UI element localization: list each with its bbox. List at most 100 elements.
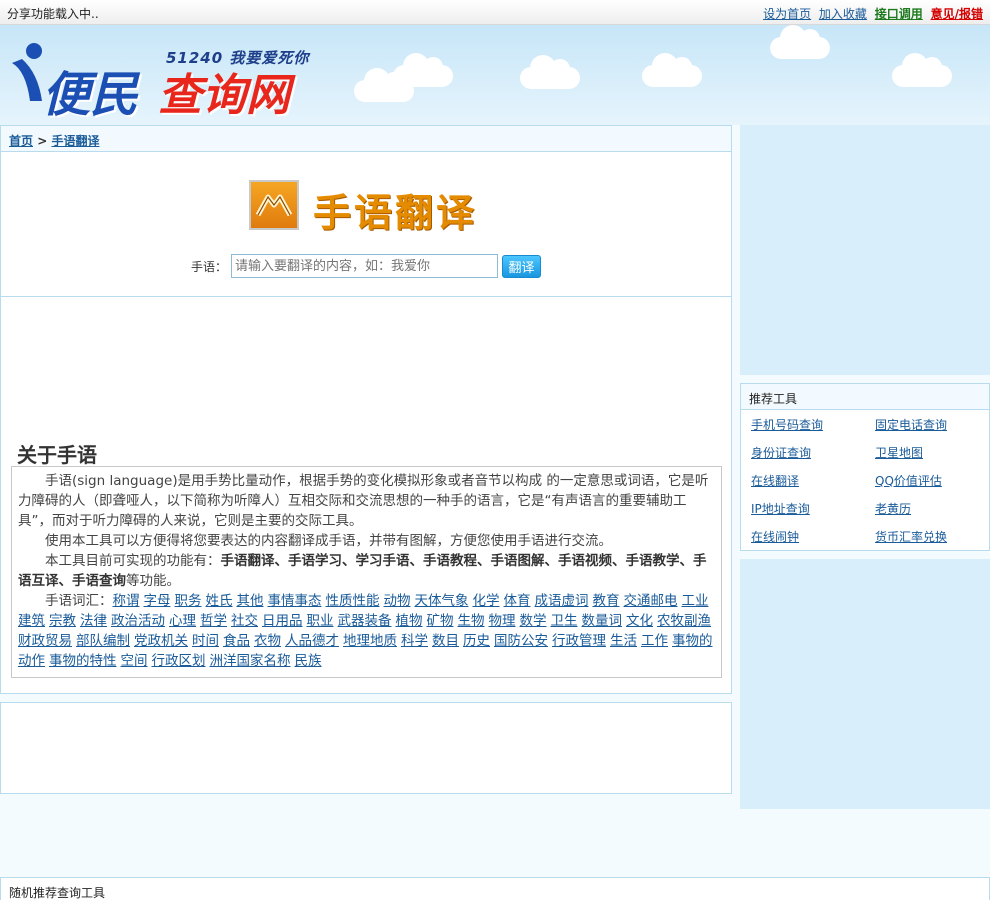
- top-bar: 分享功能载入中.. 设为首页 加入收藏 接口调用 意见/报错: [0, 0, 990, 25]
- vocab-category-link[interactable]: 文化: [626, 613, 653, 629]
- vocab-category-link[interactable]: 事物的特性: [49, 653, 117, 669]
- recommend-tools-grid: 手机号码查询 固定电话查询 身份证查询 卫星地图 在线翻译 QQ价值评估 IP地址查询 老黄历…: [741, 410, 989, 546]
- recommend-tools-panel: 推荐工具 手机号码查询 固定电话查询 身份证查询 卫星地图 在线翻译 QQ价值评估 IP地址…: [740, 383, 990, 551]
- cloud-decoration: [520, 55, 580, 89]
- vocab-category-link[interactable]: 植物: [396, 613, 423, 629]
- vocab-category-link[interactable]: 历史: [463, 633, 490, 649]
- sign-language-label: 手语：: [191, 259, 228, 274]
- site-logo[interactable]: 51240 我要爱死你 便民 查询网: [8, 33, 318, 123]
- recommend-tool-link[interactable]: 老黄历: [875, 500, 990, 518]
- feedback-link[interactable]: 意见/报错: [931, 7, 983, 21]
- cloud-decoration: [642, 53, 702, 87]
- cloud-decoration: [393, 53, 453, 87]
- vocab-category-link[interactable]: 工作: [641, 633, 668, 649]
- vocab-category-link[interactable]: 姓氏: [206, 593, 233, 609]
- recommend-tool-link[interactable]: 手机号码查询: [751, 416, 875, 434]
- features-suffix: 等功能。: [126, 573, 180, 589]
- vocab-list: 手语词汇：称谓 字母 职务 姓氏 其他 事情事态 性质性能 动物 天体气象 化学 体育 成语虚词 教育交…: [18, 591, 715, 671]
- vocab-category-link[interactable]: 字母: [144, 593, 171, 609]
- logo-name-part1: 便民: [42, 67, 139, 123]
- ad-sidebar-bottom: [740, 559, 990, 809]
- vocab-category-link[interactable]: 职务: [175, 593, 202, 609]
- about-title: 关于手语: [17, 443, 97, 467]
- vocab-category-link[interactable]: 教育: [593, 593, 620, 609]
- breadcrumb-current-link[interactable]: 手语翻译: [51, 134, 99, 148]
- vocab-category-link[interactable]: 食品: [223, 633, 250, 649]
- vocab-category-link[interactable]: 成语虚词: [535, 593, 589, 609]
- set-homepage-link[interactable]: 设为首页: [763, 7, 811, 21]
- vocab-category-link[interactable]: 心理: [169, 613, 196, 629]
- breadcrumb-home-link[interactable]: 首页: [9, 134, 33, 148]
- vocab-category-link[interactable]: 称谓: [113, 593, 140, 609]
- vocab-category-link[interactable]: 农牧副渔: [657, 613, 711, 629]
- vocab-label: 手语词汇：: [45, 593, 113, 609]
- vocab-category-link[interactable]: 其他: [237, 593, 264, 609]
- vocab-category-link[interactable]: 洲洋国家名称: [210, 653, 291, 669]
- vocab-category-link[interactable]: 事情事态: [268, 593, 322, 609]
- vocab-category-link[interactable]: 体育: [504, 593, 531, 609]
- features-prefix: 本工具目前可实现的功能有：: [45, 553, 221, 569]
- vocab-category-link[interactable]: 衣物: [254, 633, 281, 649]
- recommend-tool-link[interactable]: 固定电话查询: [875, 416, 990, 434]
- vocab-category-link[interactable]: 哲学: [200, 613, 227, 629]
- api-link[interactable]: 接口调用: [875, 7, 923, 21]
- vocab-category-link[interactable]: 法律: [80, 613, 107, 629]
- recommend-title: 推荐工具: [741, 384, 989, 410]
- about-content: 手语(sign language)是用手势比量动作，根据手势的变化模拟形象或者音…: [11, 466, 722, 678]
- vocab-category-link[interactable]: 国防公安: [494, 633, 548, 649]
- vocab-category-link[interactable]: 数量词: [582, 613, 623, 629]
- random-tools-header: 随机推荐查询工具: [0, 877, 990, 900]
- vocab-category-link[interactable]: 社交: [231, 613, 258, 629]
- vocab-category-link[interactable]: 地理地质: [343, 633, 397, 649]
- vocab-category-link[interactable]: 生物: [458, 613, 485, 629]
- vocab-category-link[interactable]: 行政管理: [552, 633, 606, 649]
- recommend-tool-link[interactable]: 在线闹钟: [751, 528, 875, 546]
- translate-button[interactable]: 翻译: [502, 254, 542, 278]
- vocab-category-link[interactable]: 民族: [295, 653, 322, 669]
- ad-banner-bottom: [0, 702, 732, 794]
- vocab-category-link[interactable]: 政治活动: [111, 613, 165, 629]
- vocab-category-link[interactable]: 时间: [192, 633, 219, 649]
- about-paragraph-usage: 使用本工具可以方便得将您要表达的内容翻译成手语，并带有图解，方便您使用手语进行交…: [45, 533, 612, 549]
- vocab-category-link[interactable]: 武器装备: [338, 613, 392, 629]
- vocab-category-link[interactable]: 数目: [432, 633, 459, 649]
- recommend-tool-link[interactable]: 在线翻译: [751, 472, 875, 490]
- translate-input[interactable]: [231, 254, 499, 278]
- tool-title: 手语翻译: [313, 191, 478, 235]
- recommend-tool-link[interactable]: 货币汇率兑换: [875, 528, 990, 546]
- vocab-category-link[interactable]: 数学: [520, 613, 547, 629]
- vocab-category-link[interactable]: 人品德才: [285, 633, 339, 649]
- vocab-category-link[interactable]: 日用品: [262, 613, 303, 629]
- translate-form: 手语： 翻译: [191, 254, 542, 278]
- recommend-tool-link[interactable]: 卫星地图: [875, 444, 990, 462]
- vocab-category-link[interactable]: 行政区划: [152, 653, 206, 669]
- logo-name-part2: 查询网: [158, 70, 290, 121]
- cloud-decoration: [892, 53, 952, 87]
- vocab-category-link[interactable]: 科学: [401, 633, 428, 649]
- vocab-category-link[interactable]: 空间: [121, 653, 148, 669]
- recommend-tool-link[interactable]: IP地址查询: [751, 500, 875, 518]
- vocab-category-link[interactable]: 动物: [384, 593, 411, 609]
- vocab-category-link[interactable]: 物理: [489, 613, 516, 629]
- vocab-links: 称谓 字母 职务 姓氏 其他 事情事态 性质性能 动物 天体气象 化学 体育 成语虚词 教育 交通邮电 工业…: [18, 593, 715, 669]
- add-favorite-link[interactable]: 加入收藏: [819, 7, 867, 21]
- breadcrumb: 首页 > 手语翻译: [1, 126, 731, 152]
- vocab-category-link[interactable]: 部队编制: [76, 633, 130, 649]
- vocab-category-link[interactable]: 生活: [610, 633, 637, 649]
- vocab-category-link[interactable]: 宗教: [49, 613, 76, 629]
- vocab-category-link[interactable]: 矿物: [427, 613, 454, 629]
- vocab-category-link[interactable]: 财政贸易: [18, 633, 72, 649]
- vocab-category-link[interactable]: 性质性能: [326, 593, 380, 609]
- tool-header: 手语翻译 手语： 翻译: [1, 152, 731, 297]
- vocab-category-link[interactable]: 职业: [307, 613, 334, 629]
- top-links: 设为首页 加入收藏 接口调用 意见/报错: [759, 5, 983, 22]
- vocab-category-link[interactable]: 天体气象: [415, 593, 469, 609]
- cloud-decoration: [770, 25, 830, 59]
- vocab-category-link[interactable]: 交通邮电: [624, 593, 678, 609]
- vocab-category-link[interactable]: 化学: [473, 593, 500, 609]
- recommend-tool-link[interactable]: 身份证查询: [751, 444, 875, 462]
- vocab-category-link[interactable]: 党政机关: [134, 633, 188, 649]
- share-loading-text: 分享功能载入中..: [7, 7, 99, 21]
- recommend-tool-link[interactable]: QQ价值评估: [875, 472, 990, 490]
- vocab-category-link[interactable]: 卫生: [551, 613, 578, 629]
